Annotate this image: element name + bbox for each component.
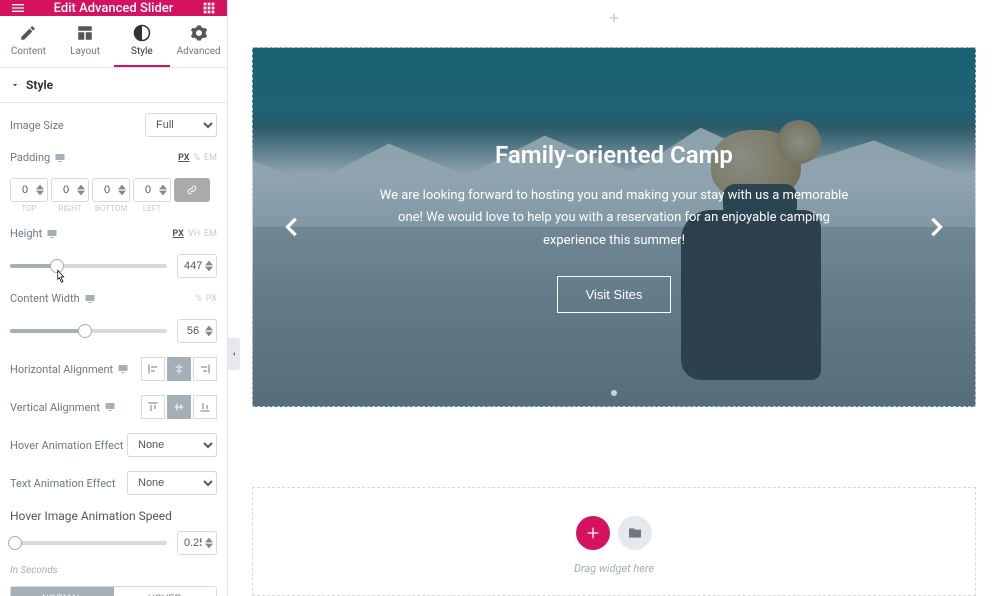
- text-anim-select[interactable]: None: [127, 471, 217, 495]
- align-top-icon: [147, 401, 159, 413]
- caret-down-icon: [10, 80, 20, 90]
- align-bottom-button[interactable]: [193, 395, 217, 419]
- editor-tabs: Content Layout Style Advanced: [0, 16, 227, 68]
- image-size-label: Image Size: [10, 119, 64, 132]
- align-bottom-icon: [199, 401, 211, 413]
- align-middle-button[interactable]: [167, 395, 191, 419]
- layout-icon: [76, 24, 94, 42]
- pencil-icon: [19, 24, 37, 42]
- unit-px[interactable]: PX: [206, 294, 217, 304]
- desktop-icon[interactable]: [104, 401, 116, 413]
- hover-speed-label: Hover Image Animation Speed: [10, 509, 217, 523]
- section-style[interactable]: Style: [0, 68, 227, 103]
- slider-dots: [611, 390, 617, 396]
- desktop-icon[interactable]: [117, 363, 129, 375]
- align-top-button[interactable]: [141, 395, 165, 419]
- tab-layout[interactable]: Layout: [57, 16, 114, 67]
- advanced-slider-widget[interactable]: Family-oriented Camp We are looking forw…: [252, 47, 976, 407]
- tab-content[interactable]: Content: [0, 16, 57, 67]
- image-size-select[interactable]: Full: [145, 113, 217, 137]
- unit-em[interactable]: EM: [204, 229, 217, 239]
- padding-link-button[interactable]: [174, 178, 210, 202]
- apps-grid-icon[interactable]: [201, 0, 217, 16]
- align-center-icon: [173, 363, 185, 375]
- dropzone-text: Drag widget here: [253, 562, 975, 575]
- gear-icon: [190, 24, 208, 42]
- unit-em[interactable]: EM: [204, 153, 217, 163]
- h-align-label: Horizontal Alignment: [10, 363, 129, 376]
- header-title: Edit Advanced Slider: [54, 1, 174, 16]
- sidebar-header: Edit Advanced Slider: [0, 0, 227, 16]
- slide-content: Family-oriented Camp We are looking forw…: [253, 48, 975, 406]
- tab-advanced[interactable]: Advanced: [170, 16, 227, 67]
- align-left-icon: [147, 363, 159, 375]
- widget-dropzone[interactable]: Drag widget here: [252, 487, 976, 596]
- unit-px[interactable]: PX: [178, 153, 189, 163]
- hover-anim-label: Hover Animation Effect: [10, 439, 123, 452]
- hamburger-icon[interactable]: [10, 0, 26, 16]
- align-right-button[interactable]: [193, 357, 217, 381]
- align-left-button[interactable]: [141, 357, 165, 381]
- template-library-button[interactable]: [618, 516, 652, 550]
- height-label: Height: [10, 227, 58, 240]
- editor-sidebar: Edit Advanced Slider Content Layout Styl…: [0, 0, 228, 596]
- content-width-slider[interactable]: [10, 329, 167, 333]
- slide-title: Family-oriented Camp: [495, 141, 733, 169]
- slide-cta-button[interactable]: Visit Sites: [557, 276, 672, 313]
- add-section-top-button[interactable]: +: [228, 0, 1000, 35]
- add-widget-button[interactable]: [576, 516, 610, 550]
- editor-canvas: + Family-oriented Camp We are l: [228, 0, 1000, 596]
- link-icon: [186, 184, 198, 196]
- padding-label: Padding: [10, 151, 66, 164]
- unit-px[interactable]: PX: [173, 229, 184, 239]
- unit-pct[interactable]: %: [193, 153, 200, 163]
- align-right-icon: [199, 363, 211, 375]
- slide-text: We are looking forward to hosting you an…: [374, 185, 854, 251]
- plus-icon: [585, 525, 601, 541]
- unit-vh[interactable]: VH: [188, 229, 200, 239]
- v-align-label: Vertical Alignment: [10, 401, 116, 414]
- tab-style[interactable]: Style: [114, 16, 171, 67]
- state-normal-button[interactable]: NORMAL: [11, 587, 114, 596]
- controls-panel: Image Size Full Padding PX % EM TOP RIGH…: [0, 103, 227, 596]
- desktop-icon[interactable]: [46, 228, 58, 240]
- style-icon: [133, 24, 151, 42]
- desktop-icon[interactable]: [84, 293, 96, 305]
- hover-speed-hint: In Seconds: [10, 565, 217, 576]
- height-slider[interactable]: [10, 264, 167, 268]
- slider-dot[interactable]: [611, 390, 617, 396]
- unit-pct[interactable]: %: [195, 294, 202, 304]
- hover-speed-slider[interactable]: [10, 541, 167, 545]
- desktop-icon[interactable]: [54, 152, 66, 164]
- chevron-left-icon: [230, 350, 238, 358]
- hover-anim-select[interactable]: None: [127, 433, 217, 457]
- text-anim-label: Text Animation Effect: [10, 477, 115, 490]
- content-width-label: Content Width: [10, 292, 96, 305]
- folder-icon: [627, 525, 643, 541]
- state-hover-button[interactable]: HOVER: [114, 587, 217, 596]
- align-center-button[interactable]: [167, 357, 191, 381]
- align-middle-icon: [173, 401, 185, 413]
- collapse-sidebar-handle[interactable]: [228, 338, 240, 370]
